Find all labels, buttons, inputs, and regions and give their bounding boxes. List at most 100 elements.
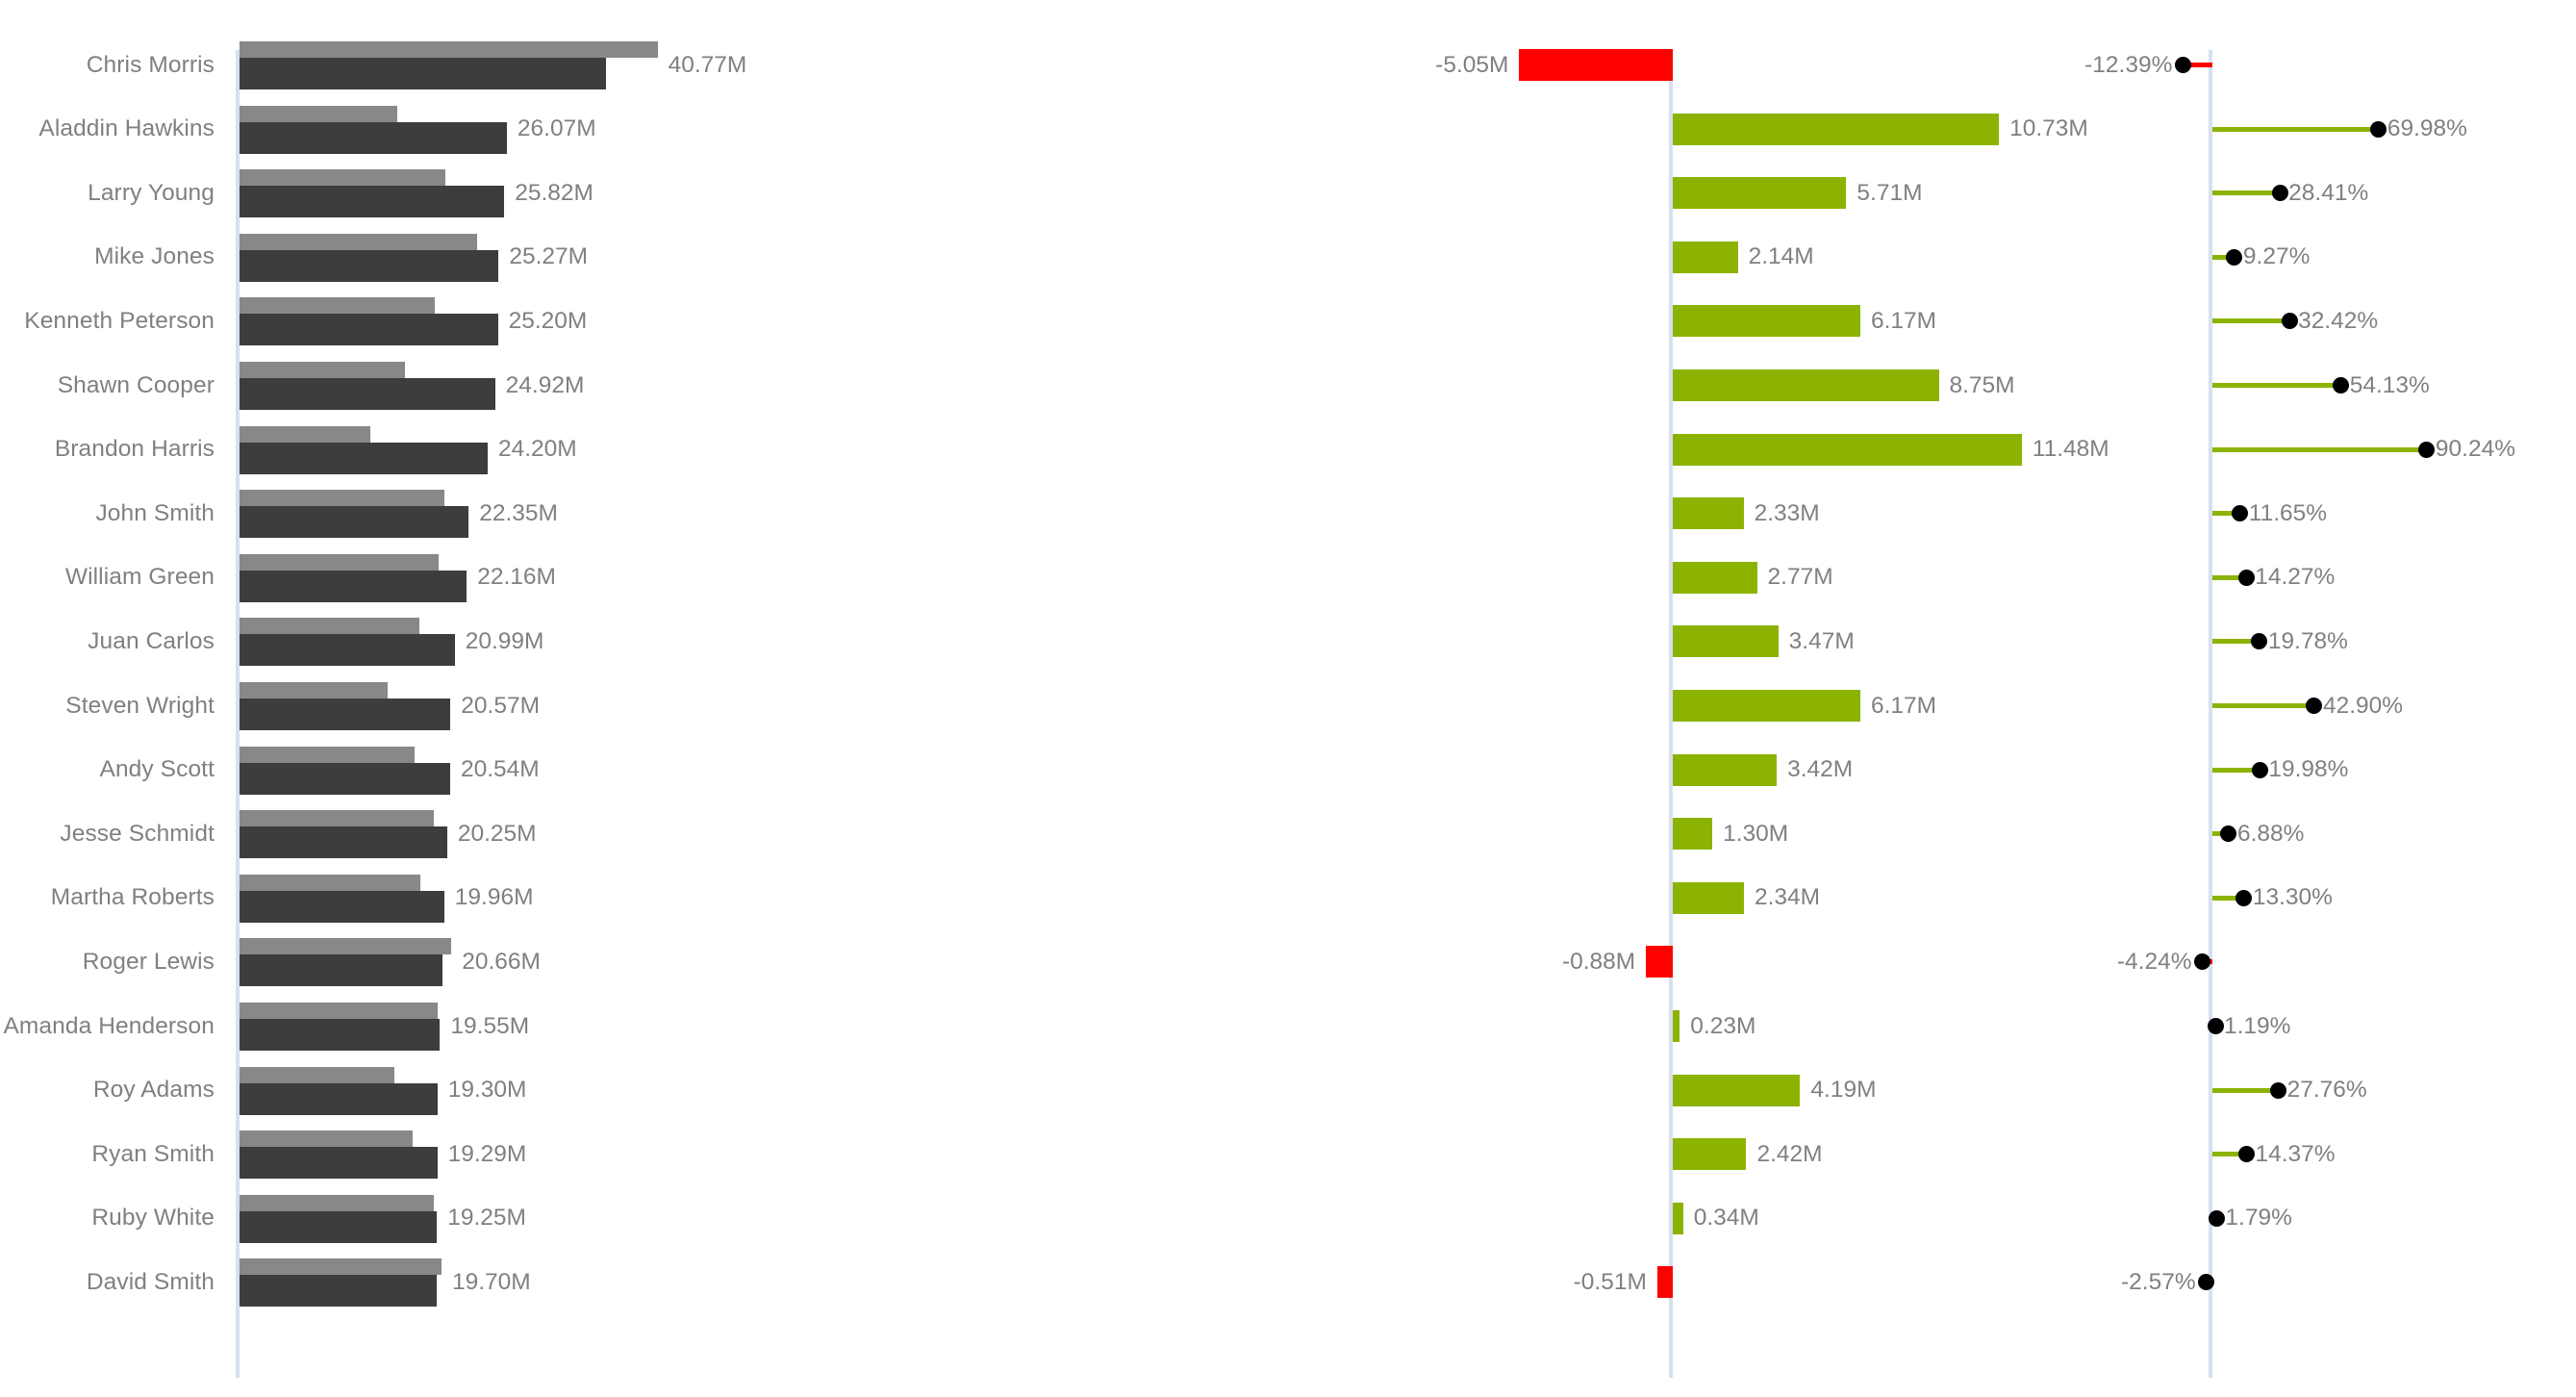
- chart-row: 22.16M: [236, 546, 1342, 610]
- actual-bar: [240, 186, 505, 218]
- category-label: Larry Young: [88, 179, 215, 206]
- variance-chart: Chris Morris Aladdin Hawkins Larry Young Mi…: [0, 0, 2576, 1397]
- category-label: Shawn Cooper: [57, 371, 215, 398]
- plan-bar: [240, 618, 419, 635]
- plan-bar: [240, 746, 416, 763]
- variance-bar-positive: [1673, 1010, 1680, 1042]
- percent-marker-dot: [2237, 1146, 2255, 1163]
- chart-row: Martha Roberts: [0, 866, 236, 930]
- percent-marker-dot: [2174, 57, 2191, 73]
- chart-row: -2.57%: [2083, 1250, 2576, 1314]
- variance-bar-positive: [1673, 241, 1738, 273]
- percent-line-positive: [2212, 703, 2314, 708]
- chart-row: 54.13%: [2083, 353, 2576, 418]
- bar-value-label: 25.82M: [515, 179, 593, 206]
- chart-row: 8.75M: [1342, 353, 2083, 418]
- variance-bar-positive: [1673, 1138, 1747, 1171]
- chart-row: 26.07M: [236, 97, 1342, 162]
- actual-bar: [240, 762, 450, 795]
- category-label: Kenneth Peterson: [24, 307, 215, 334]
- percent-marker-dot: [2220, 826, 2237, 843]
- percent-marker-dot: [2271, 185, 2288, 202]
- category-label: Aladdin Hawkins: [38, 115, 215, 142]
- chart-row: 3.42M: [1342, 738, 2083, 802]
- plan-bar: [240, 1194, 434, 1211]
- bar-value-label: 19.29M: [447, 1140, 527, 1167]
- chart-row: Roger Lewis: [0, 929, 236, 994]
- plan-bar: [240, 682, 388, 698]
- percent-marker-dot: [2237, 569, 2255, 586]
- chart-row: 19.70M: [236, 1250, 1342, 1314]
- variance-bar-positive: [1673, 305, 1860, 338]
- variance-value-label: 6.17M: [1870, 692, 1937, 719]
- percent-line-positive: [2212, 126, 2379, 132]
- chart-row: 24.92M: [236, 353, 1342, 418]
- actual-bar: [240, 1210, 438, 1243]
- chart-row: -0.88M: [1342, 929, 2083, 994]
- percent-line-positive: [2212, 383, 2341, 388]
- chart-row: 19.96M: [236, 866, 1342, 930]
- actual-bar: [240, 954, 442, 987]
- chart-row: 2.77M: [1342, 546, 2083, 610]
- variance-bar-positive: [1673, 369, 1939, 401]
- absolute-variance-panel: -5.05M 10.73M 5.71M 2.14M 6.17M 8.75M 11.48M 2.…: [1342, 0, 2109, 1397]
- percent-value-label: 28.41%: [2288, 179, 2369, 206]
- chart-row: 9.27%: [2083, 225, 2576, 290]
- variance-value-label: 2.33M: [1754, 499, 1820, 526]
- bar-value-label: 19.96M: [454, 884, 534, 911]
- chart-row: Roy Adams: [0, 1058, 236, 1123]
- percent-marker-dot: [2235, 889, 2253, 906]
- chart-row: 2.34M: [1342, 866, 2083, 930]
- variance-value-label: 3.42M: [1787, 756, 1854, 783]
- category-label: Steven Wright: [65, 692, 215, 719]
- percent-marker-dot: [2281, 313, 2298, 330]
- chart-row: 10.73M: [1342, 97, 2088, 162]
- plan-bar: [240, 425, 370, 443]
- bar-value-label: 20.25M: [457, 820, 537, 847]
- plan-bar: [240, 105, 397, 122]
- chart-row: Mike Jones: [0, 225, 236, 290]
- percent-marker-dot: [2226, 248, 2243, 266]
- category-label: Chris Morris: [86, 51, 215, 78]
- variance-bar-positive: [1673, 1074, 1801, 1106]
- percent-marker-dot: [2251, 633, 2268, 650]
- bar-value-label: 19.70M: [452, 1268, 531, 1295]
- actual-bar: [240, 1019, 441, 1051]
- percent-value-label: 54.13%: [2349, 371, 2430, 398]
- percent-line-positive: [2212, 190, 2281, 196]
- chart-row: Ruby White: [0, 1186, 236, 1251]
- percent-value-label: 11.65%: [2248, 499, 2328, 526]
- variance-value-label: -0.88M: [1561, 948, 1636, 975]
- chart-row: 19.55M: [236, 994, 1342, 1058]
- chart-row: 19.29M: [236, 1122, 1342, 1186]
- variance-bar-positive: [1673, 1202, 1683, 1234]
- chart-row: Steven Wright: [0, 673, 236, 738]
- chart-row: David Smith: [0, 1250, 236, 1314]
- bar-value-label: 20.54M: [460, 756, 540, 783]
- chart-row: 27.76%: [2083, 1058, 2576, 1123]
- bar-value-label: 22.16M: [477, 564, 556, 591]
- bar-value-label: 24.20M: [497, 436, 577, 463]
- chart-row: Larry Young: [0, 161, 236, 225]
- plan-bar: [240, 1003, 438, 1019]
- variance-value-label: 4.19M: [1810, 1077, 1877, 1104]
- chart-row: 90.24%: [2083, 418, 2576, 482]
- chart-row: 3.47M: [1342, 609, 2083, 673]
- actual-vs-plan-panel: 40.77M 26.07M 25.82M 25.27M 25.20M 24.92M 24.2…: [236, 0, 1342, 1397]
- plan-bar: [240, 810, 434, 827]
- chart-row: 22.35M: [236, 481, 1342, 546]
- percent-marker-dot: [2306, 698, 2323, 714]
- category-label: Roy Adams: [92, 1077, 215, 1104]
- percent-marker-dot: [2207, 1018, 2224, 1034]
- bar-value-label: 22.35M: [479, 499, 558, 526]
- chart-row: 28.41%: [2083, 161, 2576, 225]
- percent-marker-dot: [2333, 377, 2350, 394]
- chart-row: -5.05M: [1342, 33, 2083, 97]
- category-label-panel: Chris Morris Aladdin Hawkins Larry Young Mi…: [0, 0, 236, 1397]
- bar-value-label: 20.99M: [465, 627, 544, 654]
- category-label: Amanda Henderson: [3, 1012, 215, 1039]
- bar-value-label: 40.77M: [668, 51, 747, 78]
- variance-value-label: -0.51M: [1573, 1268, 1647, 1295]
- chart-row: 14.27%: [2083, 546, 2576, 610]
- actual-bar: [240, 249, 499, 282]
